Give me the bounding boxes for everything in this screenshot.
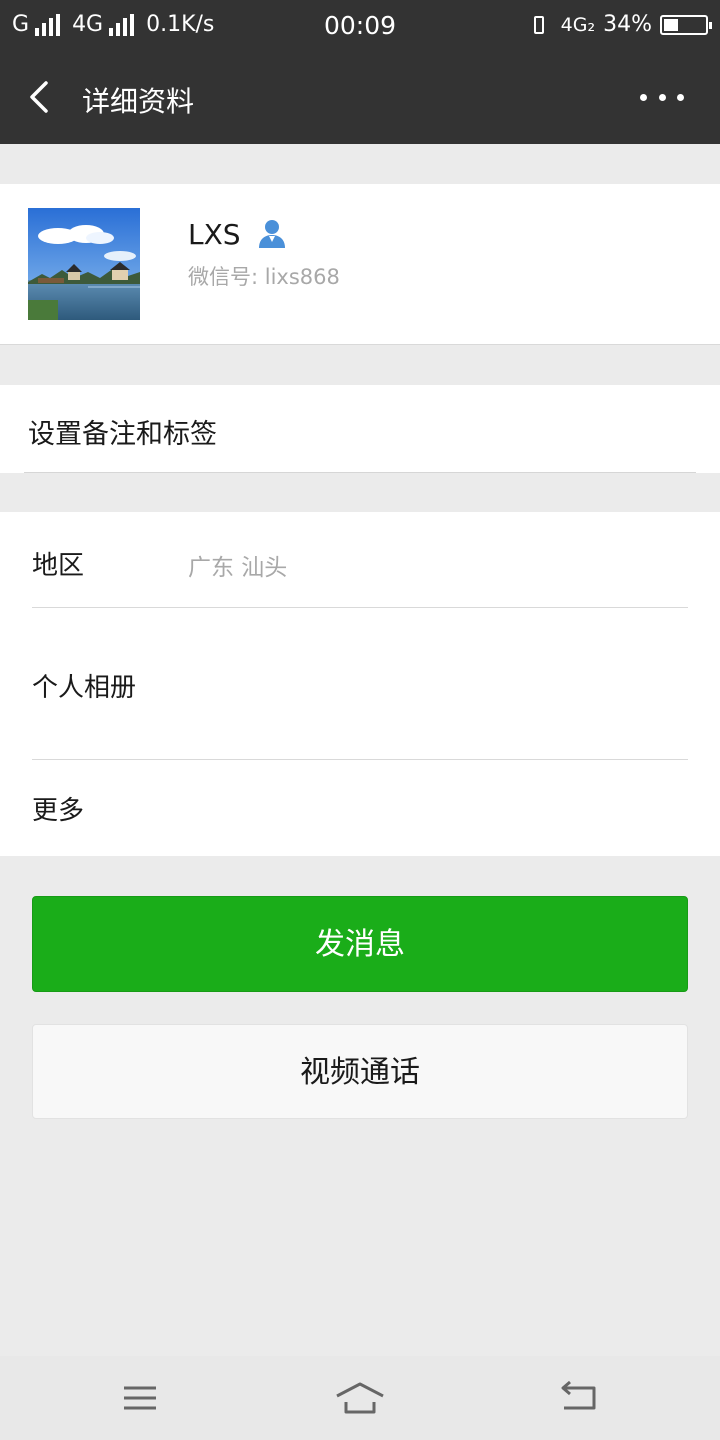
set-remark-row[interactable]: 设置备注和标签 (0, 385, 720, 473)
menu-button[interactable] (110, 1374, 170, 1422)
region-label: 地区 (32, 551, 85, 581)
set-remark-label: 设置备注和标签 (28, 419, 217, 450)
album-row[interactable]: 个人相册 (0, 608, 720, 760)
status-bar: G 4G 0.1K/s 00:09 4G₂ 34% (0, 0, 720, 50)
avatar-image (28, 208, 140, 320)
album-label: 个人相册 (32, 673, 137, 703)
return-icon (561, 1380, 596, 1410)
battery-icon (660, 14, 712, 35)
region-value: 广东 汕头 (188, 555, 288, 581)
info-list: 地区 广东 汕头 个人相册 更多 (0, 512, 720, 856)
back-button[interactable] (22, 77, 62, 117)
more-label: 更多 (32, 796, 85, 826)
more-row[interactable]: 更多 (0, 760, 720, 856)
system-nav-bar (0, 1356, 720, 1440)
status-icons: 4G₂ 34% (525, 12, 712, 37)
home-button[interactable] (330, 1374, 390, 1422)
avatar[interactable] (28, 208, 140, 320)
send-message-button[interactable]: 发消息 (32, 896, 688, 992)
page-title: 详细资料 (82, 85, 195, 118)
more-button[interactable] (640, 85, 684, 109)
video-call-button[interactable]: 视频通话 (32, 1024, 688, 1119)
title-bar: 详细资料 (0, 50, 720, 144)
profile-card: LXS 微信号: lixs868 (0, 184, 720, 345)
vibrate-icon (525, 14, 553, 36)
home-icon (336, 1382, 384, 1414)
battery-percent: 34% (603, 12, 652, 37)
wechat-id: 微信号: lixs868 (188, 265, 340, 289)
network-type: 4G₂ (560, 13, 596, 36)
divider (24, 472, 696, 473)
person-icon (259, 220, 285, 248)
menu-icon (124, 1386, 156, 1410)
region-row: 地区 广东 汕头 (0, 512, 720, 608)
return-button[interactable] (550, 1374, 610, 1422)
more-dots-icon (640, 93, 647, 101)
contact-name: LXS (188, 218, 241, 251)
chevron-left-icon (30, 81, 48, 113)
